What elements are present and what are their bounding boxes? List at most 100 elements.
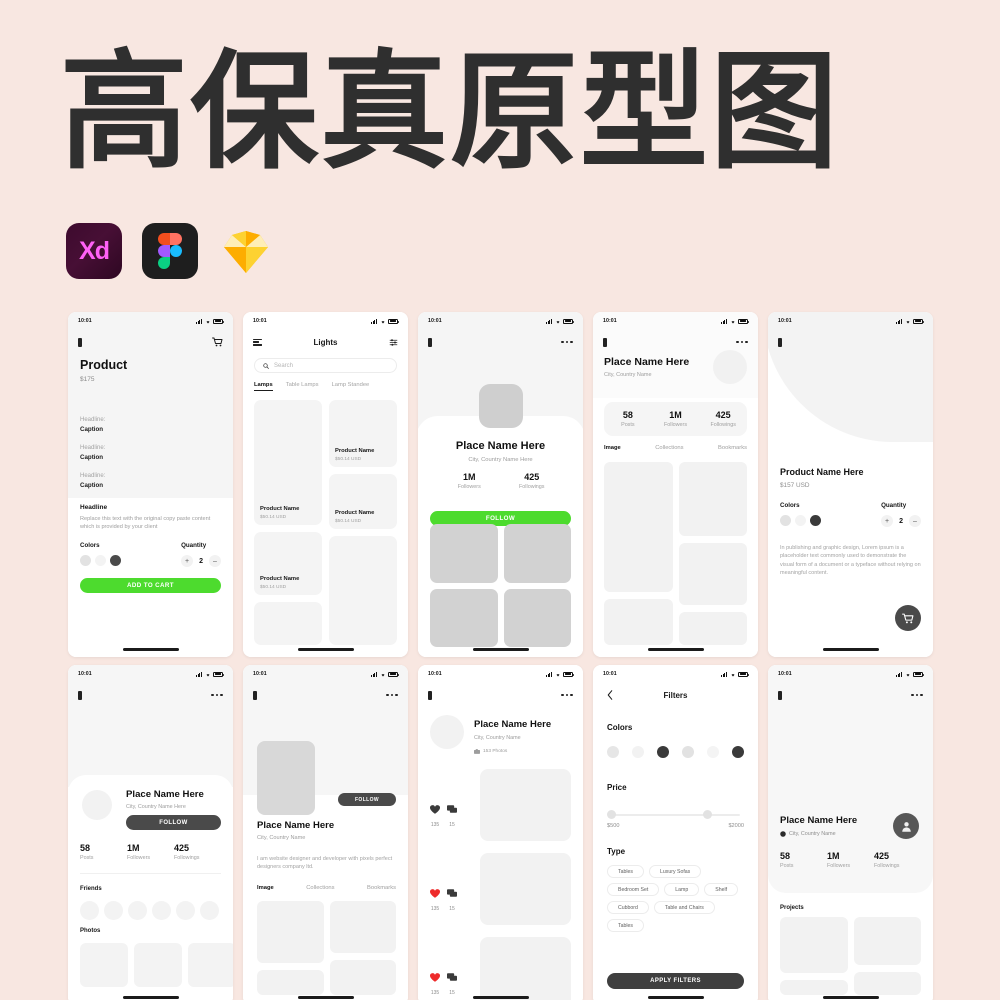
color-swatch[interactable] (607, 746, 619, 758)
photo-tile[interactable] (678, 543, 747, 605)
product-card[interactable]: Product Name $50.14 USD (329, 400, 397, 467)
product-card[interactable]: Product Name $50.14 USD (254, 532, 322, 595)
tab-lamps[interactable]: Lamps (254, 382, 273, 391)
screen-product-detail[interactable]: 10:01 Product $175 Headline: Caption Hea… (68, 312, 233, 657)
color-swatch[interactable] (95, 555, 106, 567)
comment-group[interactable]: 15 (447, 885, 457, 912)
type-chip[interactable]: Tables (607, 919, 644, 932)
menu-icon[interactable] (78, 690, 82, 700)
comment-group[interactable]: 15 (447, 801, 457, 828)
screen-projects-profile[interactable]: 10:01 Place Name Here City, Country Name… (768, 665, 933, 1000)
product-card[interactable] (329, 536, 397, 645)
feed-image[interactable] (480, 937, 571, 1000)
color-swatch[interactable] (732, 746, 744, 758)
type-chip[interactable]: Luxury Sofas (649, 865, 702, 878)
apply-filters-button[interactable]: APPLY FILTERS (607, 973, 744, 989)
slider-knob-max[interactable] (702, 810, 712, 819)
screen-product-name-here[interactable]: 10:01 Product Name Here $157 USD Colors … (768, 312, 933, 657)
type-chip[interactable]: Shelf (704, 883, 739, 896)
filter-sliders-icon[interactable] (389, 338, 398, 347)
photo-tile[interactable] (678, 612, 747, 645)
type-chip[interactable]: Bedroom Set (607, 883, 660, 896)
photo-tile[interactable] (188, 943, 233, 987)
project-tile[interactable] (853, 972, 921, 995)
color-swatch[interactable] (110, 555, 121, 567)
follow-button[interactable]: FOLLOW (126, 815, 221, 830)
more-options-icon[interactable] (561, 340, 573, 344)
photo-tile[interactable] (604, 599, 673, 645)
screen-place-profile-stats[interactable]: 10:01 Place Name Here City, Country Name… (593, 312, 758, 657)
comment-icon[interactable] (447, 973, 457, 982)
comment-group[interactable]: 15 (447, 969, 457, 996)
slider-knob-min[interactable] (607, 810, 616, 819)
tab-collections[interactable]: Collections (655, 445, 683, 451)
tab-image[interactable]: Image (257, 885, 274, 891)
photo-tile[interactable] (134, 943, 182, 987)
chevron-left-icon[interactable] (607, 690, 613, 700)
search-input[interactable]: Search (254, 358, 397, 373)
quantity-decrease-button[interactable]: – (909, 515, 921, 527)
photo-tile[interactable] (604, 462, 673, 592)
shopping-cart-icon[interactable] (212, 337, 223, 347)
tab-collections[interactable]: Collections (306, 885, 334, 891)
photo-tile[interactable] (329, 960, 396, 995)
screen-photo-feed[interactable]: 10:01 Place Name Here City, Country Name… (418, 665, 583, 1000)
tab-table-lamps[interactable]: Table Lamps (286, 382, 319, 391)
heart-icon[interactable] (429, 805, 441, 814)
photo-tile[interactable] (80, 943, 128, 987)
photo-tile[interactable] (503, 524, 571, 583)
comment-icon[interactable] (447, 889, 457, 898)
comment-icon[interactable] (447, 805, 457, 814)
photo-tile[interactable] (503, 588, 571, 647)
photo-tile[interactable] (329, 901, 396, 953)
type-chip[interactable]: Table and Chairs (653, 901, 715, 914)
more-options-icon[interactable] (561, 693, 573, 697)
photo-tile[interactable] (430, 588, 498, 647)
color-swatch[interactable] (810, 515, 821, 526)
menu-icon[interactable] (428, 690, 432, 700)
color-swatch[interactable] (707, 746, 719, 758)
quantity-increase-button[interactable]: + (181, 555, 194, 568)
hamburger-menu-icon[interactable] (253, 338, 262, 346)
heart-icon[interactable] (429, 889, 441, 898)
feed-image[interactable] (480, 769, 571, 841)
menu-icon[interactable] (778, 690, 782, 700)
menu-icon[interactable] (253, 690, 257, 700)
tab-bookmarks[interactable]: Bookmarks (367, 885, 396, 891)
product-card[interactable] (254, 602, 322, 645)
heart-icon[interactable] (429, 973, 441, 982)
color-swatch[interactable] (795, 515, 806, 526)
photo-tile[interactable] (430, 524, 498, 583)
color-swatch[interactable] (80, 555, 91, 567)
feed-item[interactable]: 135 15 (429, 769, 571, 841)
screen-designer-profile[interactable]: 10:01 FOLLOW Place Name Here City, Count… (243, 665, 408, 1000)
screen-friends-photos-profile[interactable]: 10:01 Place Name Here City, Country Name… (68, 665, 233, 1000)
quantity-decrease-button[interactable]: – (209, 555, 221, 568)
avatar-fab-button[interactable] (893, 813, 919, 839)
color-swatch[interactable] (780, 515, 791, 526)
more-options-icon[interactable] (911, 693, 923, 697)
project-tile[interactable] (853, 917, 921, 965)
tab-bookmarks[interactable]: Bookmarks (718, 445, 747, 451)
menu-icon[interactable] (78, 337, 82, 347)
photo-tile[interactable] (257, 970, 324, 995)
more-options-icon[interactable] (386, 693, 398, 697)
add-to-cart-button[interactable]: ADD TO CART (80, 578, 221, 594)
photo-tile[interactable] (257, 901, 324, 963)
menu-icon[interactable] (603, 337, 607, 347)
friend-avatar[interactable] (80, 901, 99, 920)
like-group[interactable]: 135 (429, 885, 441, 912)
color-swatch[interactable] (682, 746, 694, 758)
like-group[interactable]: 135 (429, 801, 441, 828)
color-swatch[interactable] (657, 746, 669, 758)
product-card[interactable]: Product Name $50.14 USD (254, 400, 322, 525)
tab-image[interactable]: Image (604, 445, 621, 451)
follow-button[interactable]: FOLLOW (338, 793, 396, 806)
product-card[interactable]: Product Name $50.14 USD (329, 474, 397, 529)
friend-avatar[interactable] (152, 901, 171, 920)
more-options-icon[interactable] (736, 340, 748, 344)
friend-avatar[interactable] (200, 901, 219, 920)
feed-item[interactable]: 135 15 (429, 853, 571, 925)
screen-lights-catalog[interactable]: 10:01 Lights Search Lamps Table Lamps La… (243, 312, 408, 657)
photo-tile[interactable] (678, 462, 747, 536)
